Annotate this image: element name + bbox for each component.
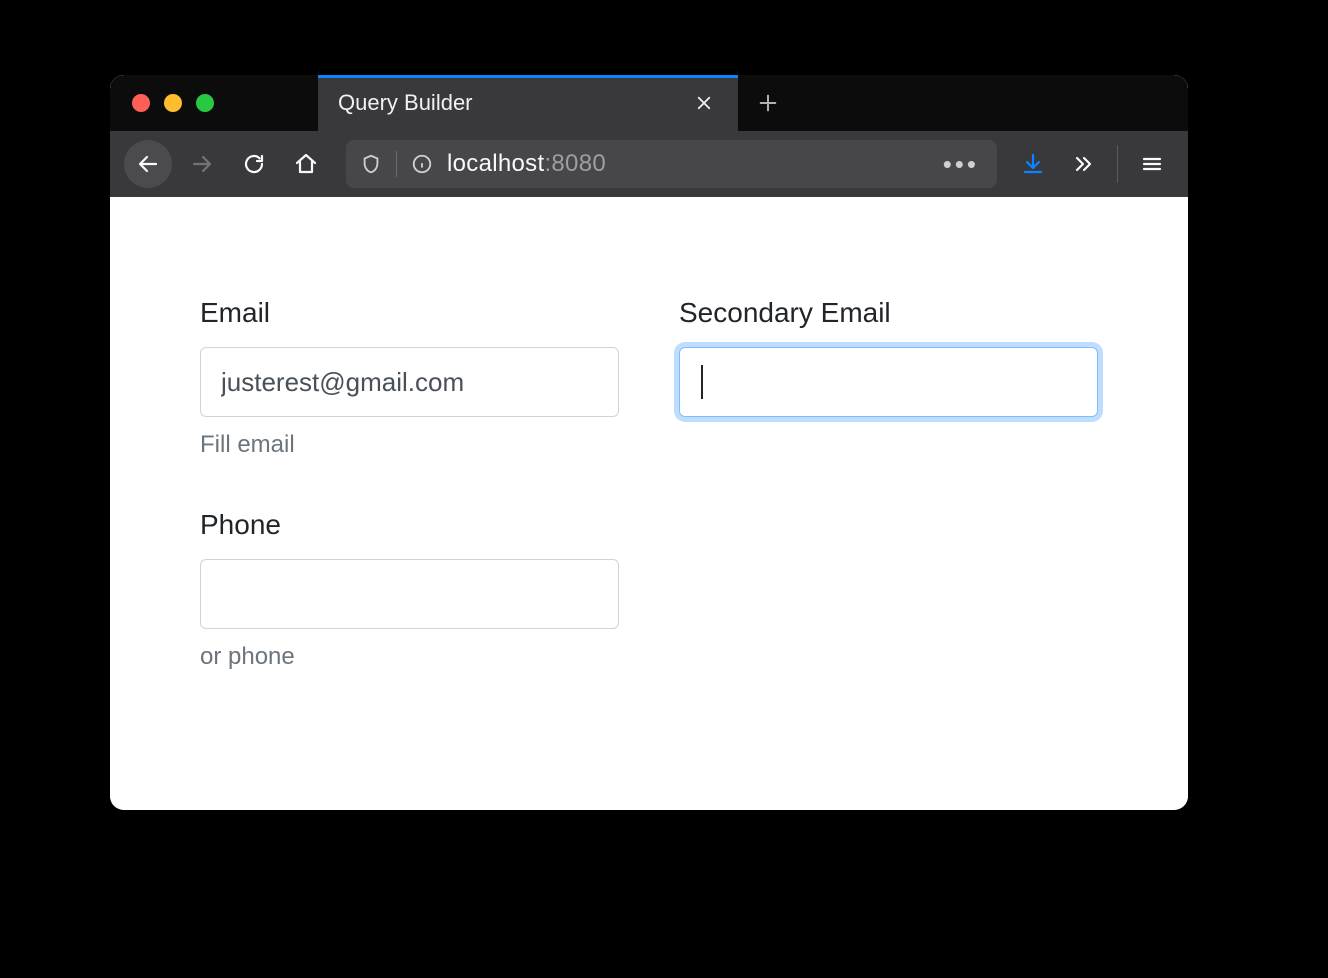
overflow-button[interactable] — [1061, 142, 1105, 186]
secondary-email-label: Secondary Email — [679, 297, 1098, 329]
nav-home-button[interactable] — [284, 142, 328, 186]
app-menu-button[interactable] — [1130, 142, 1174, 186]
arrow-right-icon — [190, 152, 214, 176]
nav-reload-button[interactable] — [232, 142, 276, 186]
phone-field[interactable] — [200, 559, 619, 629]
addr-separator — [396, 151, 397, 177]
close-icon — [695, 94, 713, 112]
reload-icon — [242, 152, 266, 176]
email-help-text: Fill email — [200, 431, 619, 459]
tab-title: Query Builder — [338, 90, 690, 116]
hamburger-icon — [1140, 152, 1164, 176]
tracking-protection-icon[interactable] — [360, 153, 382, 175]
nav-back-button[interactable] — [124, 140, 172, 188]
address-bar[interactable]: localhost:8080 ••• — [346, 140, 997, 188]
browser-toolbar: localhost:8080 ••• — [110, 131, 1188, 197]
window-minimize-button[interactable] — [164, 94, 182, 112]
phone-help-text: or phone — [200, 643, 619, 671]
download-icon — [1021, 152, 1045, 176]
downloads-button[interactable] — [1011, 142, 1055, 186]
browser-window: Query Builder — [110, 75, 1188, 810]
page-content: Email Fill email Secondary Email Phone o… — [110, 197, 1188, 810]
arrow-left-icon — [136, 152, 160, 176]
window-close-button[interactable] — [132, 94, 150, 112]
secondary-email-group: Secondary Email — [679, 297, 1098, 459]
phone-group: Phone or phone — [200, 509, 619, 671]
email-label: Email — [200, 297, 619, 329]
browser-tab-strip: Query Builder — [110, 75, 1188, 131]
chevron-double-right-icon — [1071, 152, 1095, 176]
home-icon — [294, 152, 318, 176]
page-actions-button[interactable]: ••• — [943, 149, 983, 180]
url-host: localhost — [447, 150, 544, 178]
site-info-button[interactable] — [411, 153, 433, 175]
info-icon — [411, 153, 433, 175]
phone-label: Phone — [200, 509, 619, 541]
tab-active-indicator — [318, 75, 738, 78]
nav-forward-button — [180, 142, 224, 186]
window-zoom-button[interactable] — [196, 94, 214, 112]
shield-icon — [360, 153, 382, 175]
email-field[interactable] — [200, 347, 619, 417]
plus-icon — [757, 92, 779, 114]
url-port: :8080 — [544, 150, 606, 178]
tab-close-button[interactable] — [690, 94, 718, 112]
browser-tab-active[interactable]: Query Builder — [318, 75, 738, 131]
window-controls — [110, 94, 214, 112]
email-group: Email Fill email — [200, 297, 619, 459]
url-text: localhost:8080 — [447, 150, 929, 178]
toolbar-separator — [1117, 145, 1118, 183]
new-tab-button[interactable] — [738, 75, 798, 131]
secondary-email-field[interactable] — [679, 347, 1098, 417]
